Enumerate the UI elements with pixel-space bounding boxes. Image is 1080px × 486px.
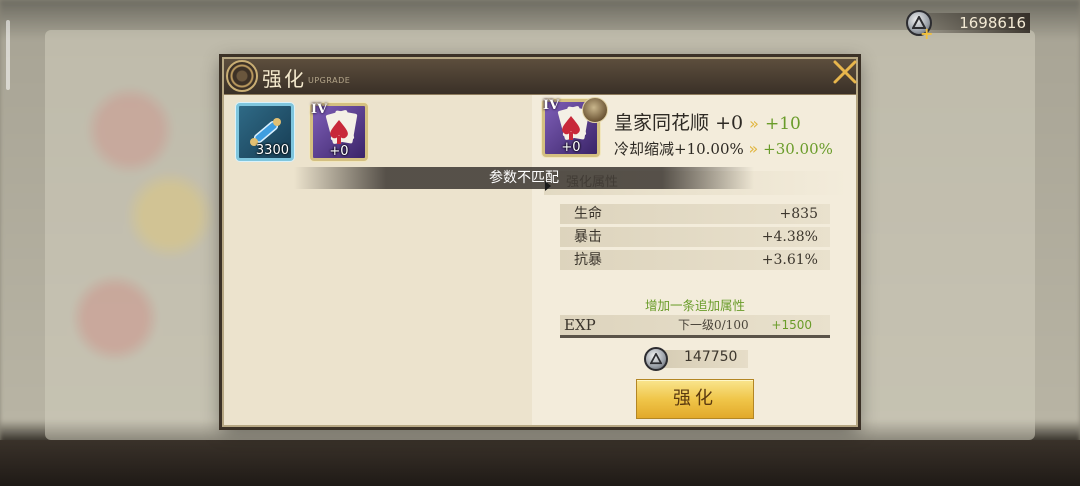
upgrade-dialog: 强化 UPGRADE 3300 IV +0 IV +0 皇家同花顺 +0 » +…	[222, 57, 858, 427]
exp-next-level: 下一级0/100	[678, 318, 749, 332]
arrow-right-icon: »	[749, 114, 759, 133]
add-attribute-note: 增加一条追加属性	[644, 298, 745, 313]
stat-row: 生命 +835	[560, 204, 830, 224]
currency-display[interactable]: 1698616 +	[906, 10, 1030, 43]
exp-label: EXP	[564, 316, 596, 334]
material-slot-scroll[interactable]: 3300	[236, 103, 294, 161]
upgrade-cost: 147750	[644, 347, 748, 371]
arrow-right-icon: »	[748, 139, 759, 158]
close-button[interactable]	[830, 57, 860, 87]
stat-key: 抗暴	[574, 252, 602, 268]
upgrade-button[interactable]: 强化	[636, 379, 754, 419]
card-level: IV	[311, 102, 328, 117]
exp-gain: +1500	[771, 318, 812, 332]
item-current-level: +0	[715, 112, 744, 134]
side-handle	[6, 20, 10, 90]
currency-value: 1698616	[959, 14, 1026, 32]
card-plus: +0	[329, 144, 349, 159]
stat-key: 生命	[574, 206, 602, 222]
cooldown-line: 冷却缩减+10.00% » +30.00%	[614, 138, 833, 159]
stat-row: 暴击 +4.38%	[560, 227, 830, 247]
dialog-subtitle: UPGRADE	[308, 76, 351, 85]
stat-key: 暴击	[574, 229, 602, 245]
stat-value: +4.38%	[761, 229, 818, 245]
material-slot-card[interactable]: IV +0	[310, 102, 368, 161]
emblem-icon	[226, 60, 258, 92]
target-plus: +0	[561, 140, 581, 155]
cost-value: 147750	[684, 349, 738, 365]
background-bottom-bar	[0, 440, 1080, 486]
stat-row: 抗暴 +3.61%	[560, 250, 830, 270]
mouse-cursor-icon	[545, 181, 551, 191]
target-level: IV	[543, 98, 560, 113]
cooldown-current: 冷却缩减+10.00%	[614, 140, 744, 158]
character-avatar-icon	[582, 97, 608, 123]
close-icon[interactable]	[830, 57, 860, 87]
dialog-title: 强化	[262, 67, 306, 91]
item-name: 皇家同花顺	[614, 112, 710, 134]
material-count: 3300	[255, 143, 289, 158]
item-next-level: +10	[764, 114, 801, 134]
stat-value: +3.61%	[761, 252, 818, 268]
add-currency-icon[interactable]: +	[920, 24, 933, 43]
exp-bar: EXP 下一级0/100 +1500	[560, 315, 830, 338]
stat-value: +835	[779, 206, 818, 222]
silver-coin-icon	[644, 347, 668, 371]
item-name-line: 皇家同花顺 +0 » +10	[614, 108, 801, 135]
mismatch-toast: 参数不匹配	[294, 167, 754, 189]
dialog-titlebar: 强化 UPGRADE	[224, 59, 856, 95]
cooldown-next: +30.00%	[763, 140, 833, 158]
